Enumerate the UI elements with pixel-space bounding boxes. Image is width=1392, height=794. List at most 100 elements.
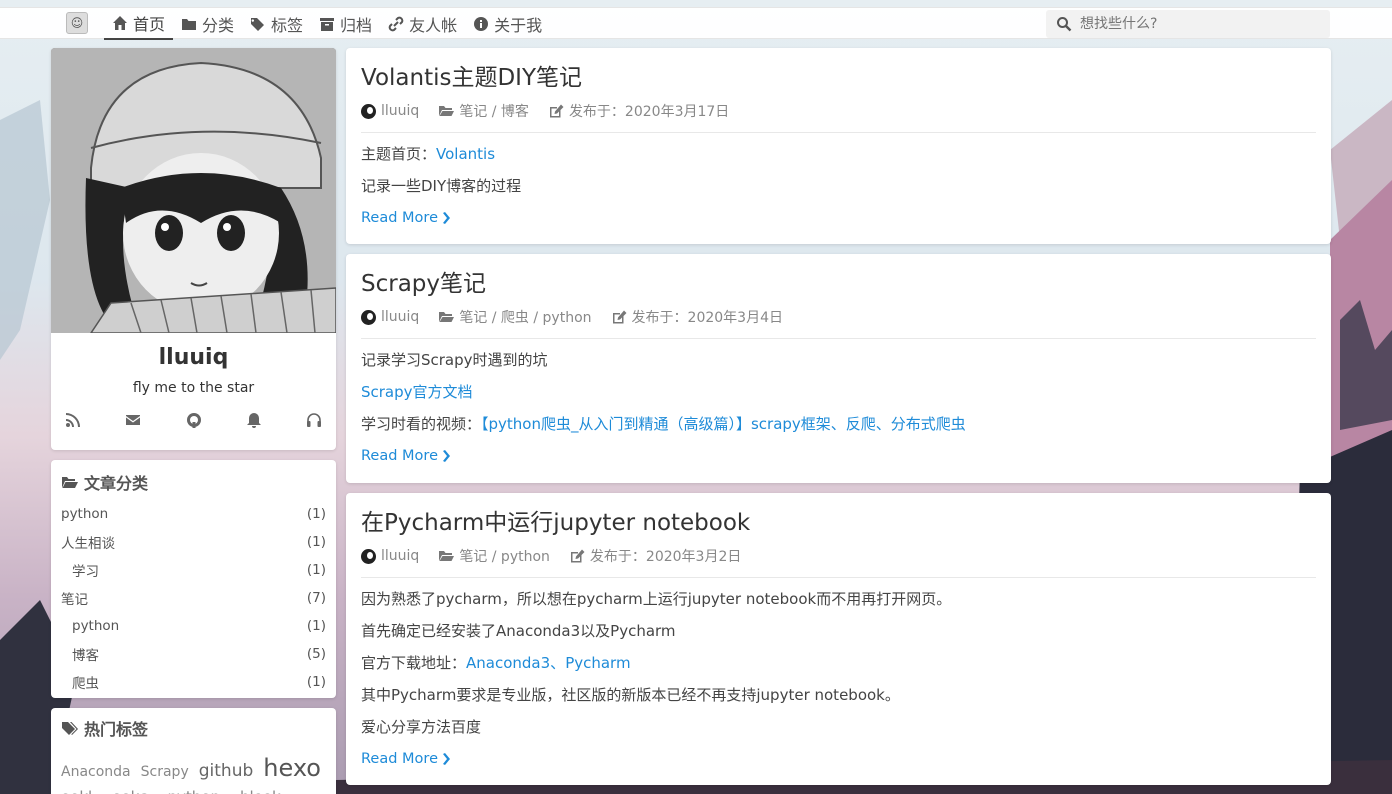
- post-card: Volantis主题DIY笔记 lluuiq 笔记 / 博客 发布于：2020年…: [346, 48, 1331, 244]
- nav-item-label: 标签: [271, 16, 304, 35]
- folder-open-icon: [439, 312, 455, 322]
- tags-icon: [62, 721, 78, 735]
- category-count: (1): [306, 506, 326, 522]
- link-anaconda3[interactable]: Anaconda3: [466, 654, 550, 672]
- nav-item-tags[interactable]: 标签: [242, 8, 311, 40]
- tag-item[interactable]: Scrapy: [141, 764, 189, 780]
- site-logo[interactable]: ☺: [66, 12, 88, 34]
- tag-item[interactable]: hexo: [263, 754, 321, 782]
- github-icon[interactable]: [186, 412, 202, 428]
- nav-item-friends[interactable]: 友人帐: [380, 8, 465, 40]
- post-paragraph: 其中Pycharm要求是专业版，社区版的新版本已经不再支持jupyter not…: [361, 686, 900, 704]
- post-title[interactable]: Scrapy笔记: [361, 268, 1316, 300]
- link-scrapy-docs[interactable]: Scrapy官方文档: [361, 383, 473, 401]
- category-item[interactable]: 爬虫 (1): [61, 668, 326, 696]
- search-box[interactable]: [1046, 10, 1330, 38]
- link-pycharm[interactable]: Pycharm: [565, 654, 630, 672]
- tag-item[interactable]: blook: [240, 788, 281, 794]
- post-author[interactable]: lluuiq: [361, 103, 419, 119]
- category-item[interactable]: 人生相谈 (1): [61, 528, 326, 556]
- tag-item[interactable]: ookl: [61, 788, 92, 794]
- category-name: 学习: [72, 564, 99, 580]
- top-navbar: ☺ 首页 分类 标签 归档 友人帐 关于我: [0, 7, 1392, 40]
- category-item[interactable]: 学习 (1): [61, 556, 326, 584]
- read-more-button[interactable]: Read More: [361, 748, 1316, 770]
- link-volantis[interactable]: Volantis: [436, 145, 495, 163]
- read-more-label: Read More: [361, 448, 438, 464]
- text: 官方下载地址：: [361, 654, 467, 672]
- tags-widget: 热门标签 Anaconda Scrapy github hexo ookl oo…: [51, 708, 336, 794]
- rss-icon[interactable]: [65, 412, 81, 428]
- search-input[interactable]: [1080, 16, 1310, 32]
- folder-icon: [182, 19, 197, 30]
- nav-menu: 首页 分类 标签 归档 友人帐 关于我: [104, 8, 550, 40]
- post-category[interactable]: 笔记 / 博客: [439, 101, 529, 121]
- nav-item-categories[interactable]: 分类: [173, 8, 242, 40]
- category-count: (1): [306, 618, 326, 634]
- tag-item[interactable]: python: [168, 788, 220, 794]
- category-item[interactable]: 博客 (5): [61, 640, 326, 668]
- post-meta: lluuiq 笔记 / 爬虫 / python 发布于：2020年3月4日: [361, 306, 1316, 328]
- category-count: (7): [306, 590, 326, 606]
- tags-title-text: 热门标签: [84, 720, 149, 739]
- author-avatar-icon: [361, 309, 376, 325]
- nav-item-home[interactable]: 首页: [104, 8, 174, 40]
- nav-item-archive[interactable]: 归档: [311, 8, 380, 40]
- category-name: 爬虫: [72, 676, 99, 692]
- tags-icon: [251, 18, 265, 31]
- category-name: 人生相谈: [61, 536, 115, 552]
- nav-item-label: 归档: [340, 16, 373, 35]
- post-title[interactable]: Volantis主题DIY笔记: [361, 62, 1316, 94]
- nav-item-label: 首页: [133, 15, 166, 34]
- nav-item-label: 友人帐: [409, 16, 458, 35]
- tag-cloud: Anaconda Scrapy github hexo: [61, 754, 326, 782]
- post-paragraph: 记录一些DIY博客的过程: [361, 177, 522, 195]
- tag-item[interactable]: Anaconda: [61, 764, 131, 780]
- avatar[interactable]: [51, 48, 336, 333]
- post-date-text: 发布于：2020年3月4日: [631, 310, 783, 326]
- link-video[interactable]: 【python爬虫_从入门到精通（高级篇）】scrapy框架、反爬、分布式爬虫: [481, 415, 966, 433]
- bell-icon[interactable]: [246, 412, 262, 428]
- folder-open-icon: [439, 106, 455, 116]
- search-icon: [1057, 17, 1072, 32]
- headphones-icon[interactable]: [306, 412, 322, 428]
- post-category[interactable]: 笔记 / 爬虫 / python: [439, 307, 592, 327]
- post-category-text: 笔记 / python: [459, 549, 550, 565]
- text: 学习时看的视频：: [361, 415, 482, 433]
- post-date: 发布于：2020年3月17日: [549, 101, 729, 121]
- nav-item-label: 关于我: [494, 16, 543, 35]
- post-date: 发布于：2020年3月4日: [612, 307, 783, 327]
- edit-icon: [549, 104, 564, 118]
- post-paragraph: 学习时看的视频：【python爬虫_从入门到精通（高级篇）】scrapy框架、反…: [361, 413, 1316, 445]
- author-avatar-icon: [361, 103, 376, 119]
- link-icon: [388, 16, 404, 32]
- post-author[interactable]: lluuiq: [361, 309, 419, 325]
- post-divider: [361, 577, 1316, 578]
- chevron-right-icon: [443, 212, 450, 224]
- read-more-button[interactable]: Read More: [361, 207, 1316, 229]
- edit-icon: [612, 310, 627, 324]
- home-icon: [113, 16, 127, 30]
- category-item[interactable]: python (1): [61, 612, 326, 640]
- mail-icon[interactable]: [125, 412, 141, 428]
- post-category[interactable]: 笔记 / python: [439, 546, 550, 566]
- post-title[interactable]: 在Pycharm中运行jupyter notebook: [361, 507, 1316, 539]
- category-count: (1): [306, 674, 326, 690]
- nav-item-about[interactable]: 关于我: [465, 8, 550, 40]
- post-paragraph: 记录学习Scrapy时遇到的坑: [361, 351, 548, 369]
- post-date-text: 发布于：2020年3月17日: [568, 104, 730, 120]
- archive-icon: [320, 18, 335, 31]
- separator: 、: [550, 654, 566, 672]
- post-author[interactable]: lluuiq: [361, 548, 419, 564]
- category-item[interactable]: 笔记 (7): [61, 584, 326, 612]
- read-more-button[interactable]: Read More: [361, 445, 1316, 467]
- category-item[interactable]: python (1): [61, 500, 326, 528]
- tag-item[interactable]: ookc: [112, 788, 147, 794]
- category-name: 博客: [72, 648, 99, 664]
- tag-item[interactable]: github: [199, 761, 254, 781]
- post-author-name: lluuiq: [381, 548, 420, 564]
- category-name: python: [61, 506, 109, 522]
- categories-title-text: 文章分类: [84, 474, 149, 493]
- post-divider: [361, 338, 1316, 339]
- post-card: 在Pycharm中运行jupyter notebook lluuiq 笔记 / …: [346, 493, 1331, 785]
